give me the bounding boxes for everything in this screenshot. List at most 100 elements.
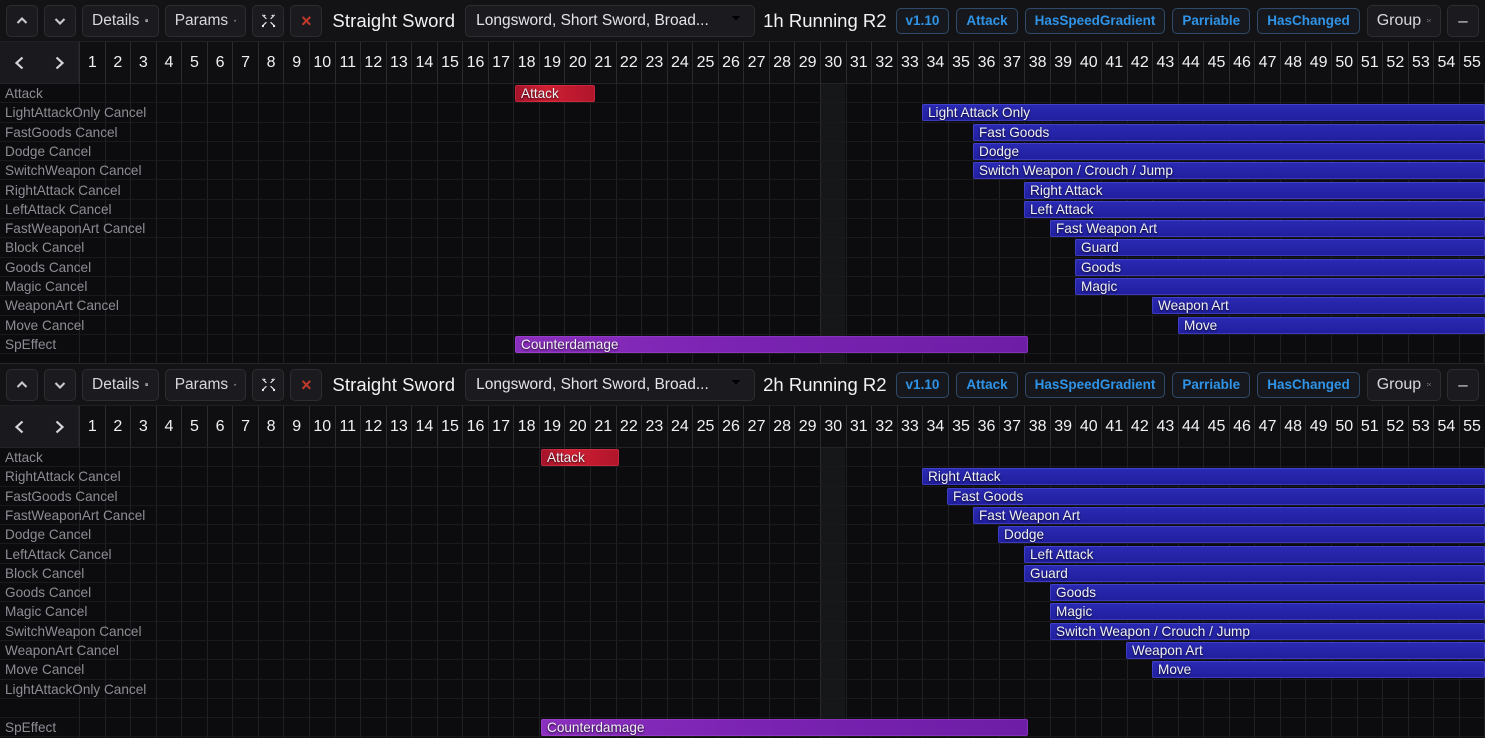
timeline-bar[interactable]: Light Attack Only (922, 104, 1485, 122)
timeline-bar[interactable]: Switch Weapon / Crouch / Jump (973, 162, 1485, 180)
ruler-tick[interactable]: 10 (308, 42, 335, 83)
ruler-tick[interactable]: 15 (436, 406, 463, 447)
ruler-tick[interactable]: 41 (1101, 406, 1127, 447)
timeline-bar[interactable]: Move (1152, 661, 1485, 679)
params-button[interactable]: Params (164, 368, 247, 401)
ruler-tick[interactable]: 37 (998, 42, 1025, 83)
timeline-bar[interactable]: Left Attack (1024, 200, 1485, 218)
ruler-tick[interactable]: 21 (590, 406, 616, 447)
ruler-tick[interactable]: 17 (487, 42, 514, 83)
ruler-tick[interactable]: 20 (564, 406, 590, 447)
ruler-tick[interactable]: 28 (768, 42, 795, 83)
prev-frame-button[interactable] (0, 406, 39, 447)
ruler-tick[interactable]: 36 (973, 42, 999, 83)
ruler-tick[interactable]: 19 (538, 42, 565, 83)
status-badge[interactable]: HasSpeedGradient (1024, 7, 1166, 34)
ruler-tick[interactable]: 21 (590, 42, 616, 83)
ruler-tick[interactable]: 27 (743, 42, 769, 83)
timeline-bar[interactable]: Goods (1050, 584, 1485, 602)
ruler-tick[interactable]: 30 (819, 406, 846, 447)
ruler-tick[interactable]: 7 (232, 42, 258, 83)
ruler-tick[interactable]: 4 (155, 42, 182, 83)
ruler-tick[interactable]: 9 (283, 406, 309, 447)
ruler-tick[interactable]: 12 (360, 406, 386, 447)
status-badge[interactable]: v1.10 (895, 371, 950, 398)
ruler-tick[interactable]: 47 (1254, 406, 1280, 447)
timeline-bar[interactable]: Fast Weapon Art (1050, 220, 1485, 238)
ruler-tick[interactable]: 45 (1203, 42, 1229, 83)
ruler-tick[interactable]: 54 (1433, 406, 1459, 447)
timeline-bar[interactable]: Fast Weapon Art (973, 506, 1485, 524)
ruler-tick[interactable]: 52 (1382, 406, 1408, 447)
ruler-tick[interactable]: 9 (283, 42, 309, 83)
ruler-tick[interactable]: 25 (692, 42, 718, 83)
ruler-tick[interactable]: 25 (692, 406, 718, 447)
ruler-tick[interactable]: 29 (794, 406, 820, 447)
ruler-tick[interactable]: 53 (1407, 406, 1434, 447)
ruler-tick[interactable]: 36 (973, 406, 999, 447)
ruler-tick[interactable]: 26 (717, 406, 744, 447)
ruler-tick[interactable]: 24 (666, 406, 693, 447)
ruler-tick[interactable]: 6 (206, 42, 233, 83)
timeline-bar[interactable]: Right Attack (922, 468, 1485, 486)
ruler-tick[interactable]: 37 (998, 406, 1025, 447)
ruler-tick[interactable]: 51 (1356, 406, 1383, 447)
ruler-tick[interactable]: 2 (104, 406, 131, 447)
ruler-tick[interactable]: 44 (1177, 42, 1204, 83)
group-button[interactable]: Group (1366, 368, 1442, 401)
timeline-bar[interactable]: Right Attack (1024, 181, 1485, 199)
ruler-tick[interactable]: 46 (1228, 406, 1255, 447)
ruler-tick[interactable]: 20 (564, 42, 590, 83)
ruler-tick[interactable]: 23 (641, 406, 667, 447)
timeline-bar[interactable]: Attack (541, 449, 619, 466)
timeline-bar[interactable]: Magic (1075, 278, 1485, 295)
ruler-tick[interactable]: 50 (1330, 42, 1357, 83)
ruler-tick[interactable]: 48 (1279, 406, 1306, 447)
timeline-bar[interactable]: Weapon Art (1126, 642, 1485, 659)
ruler-tick[interactable]: 5 (181, 406, 207, 447)
weapon-select[interactable]: Longsword, Short Sword, Broad... (465, 4, 756, 37)
ruler-tick[interactable]: 40 (1075, 406, 1101, 447)
timeline-bar[interactable]: Fast Goods (973, 123, 1485, 141)
ruler-tick[interactable]: 38 (1024, 406, 1050, 447)
timeline-bar[interactable]: Magic (1050, 603, 1485, 621)
ruler-tick[interactable]: 33 (896, 406, 923, 447)
ruler-tick[interactable]: 29 (794, 42, 820, 83)
ruler-tick[interactable]: 47 (1254, 42, 1280, 83)
ruler-tick[interactable]: 19 (538, 406, 565, 447)
ruler-tick[interactable]: 6 (206, 406, 233, 447)
ruler-tick[interactable]: 33 (896, 42, 923, 83)
ruler-tick[interactable]: 13 (385, 406, 412, 447)
timeline-bar[interactable]: Counterdamage (515, 335, 1028, 353)
timeline-bar[interactable]: Dodge (973, 142, 1485, 160)
ruler-tick[interactable]: 39 (1049, 42, 1076, 83)
ruler-tick[interactable]: 32 (871, 42, 897, 83)
status-badge[interactable]: HasSpeedGradient (1024, 371, 1166, 398)
ruler-tick[interactable]: 55 (1458, 42, 1485, 83)
ruler-tick[interactable]: 16 (462, 42, 488, 83)
move-down-button[interactable] (44, 368, 76, 401)
ruler-tick[interactable]: 49 (1305, 406, 1331, 447)
timeline-bar[interactable]: Dodge (998, 526, 1485, 544)
timeline-bar[interactable]: Goods (1075, 258, 1485, 276)
ruler-tick[interactable]: 35 (947, 406, 974, 447)
ruler-tick[interactable]: 55 (1458, 406, 1485, 447)
ruler-tick[interactable]: 43 (1152, 42, 1178, 83)
status-badge[interactable]: Attack (956, 7, 1018, 34)
close-button[interactable]: × (290, 4, 323, 37)
ruler-tick[interactable]: 7 (232, 406, 258, 447)
move-up-button[interactable] (6, 368, 38, 401)
status-badge[interactable]: Parriable (1172, 7, 1251, 34)
ruler-tick[interactable]: 18 (513, 406, 539, 447)
ruler-tick[interactable]: 8 (257, 42, 284, 83)
timeline-bar[interactable]: Move (1178, 316, 1485, 334)
ruler-tick[interactable]: 34 (922, 406, 948, 447)
move-down-button[interactable] (44, 4, 76, 37)
ruler-tick[interactable]: 46 (1228, 42, 1255, 83)
group-button[interactable]: Group (1366, 4, 1442, 37)
ruler-tick[interactable]: 49 (1305, 42, 1331, 83)
minimize-button[interactable]: – (1447, 4, 1480, 37)
next-frame-button[interactable] (39, 406, 78, 447)
next-frame-button[interactable] (39, 42, 78, 83)
ruler-tick[interactable]: 38 (1024, 42, 1050, 83)
